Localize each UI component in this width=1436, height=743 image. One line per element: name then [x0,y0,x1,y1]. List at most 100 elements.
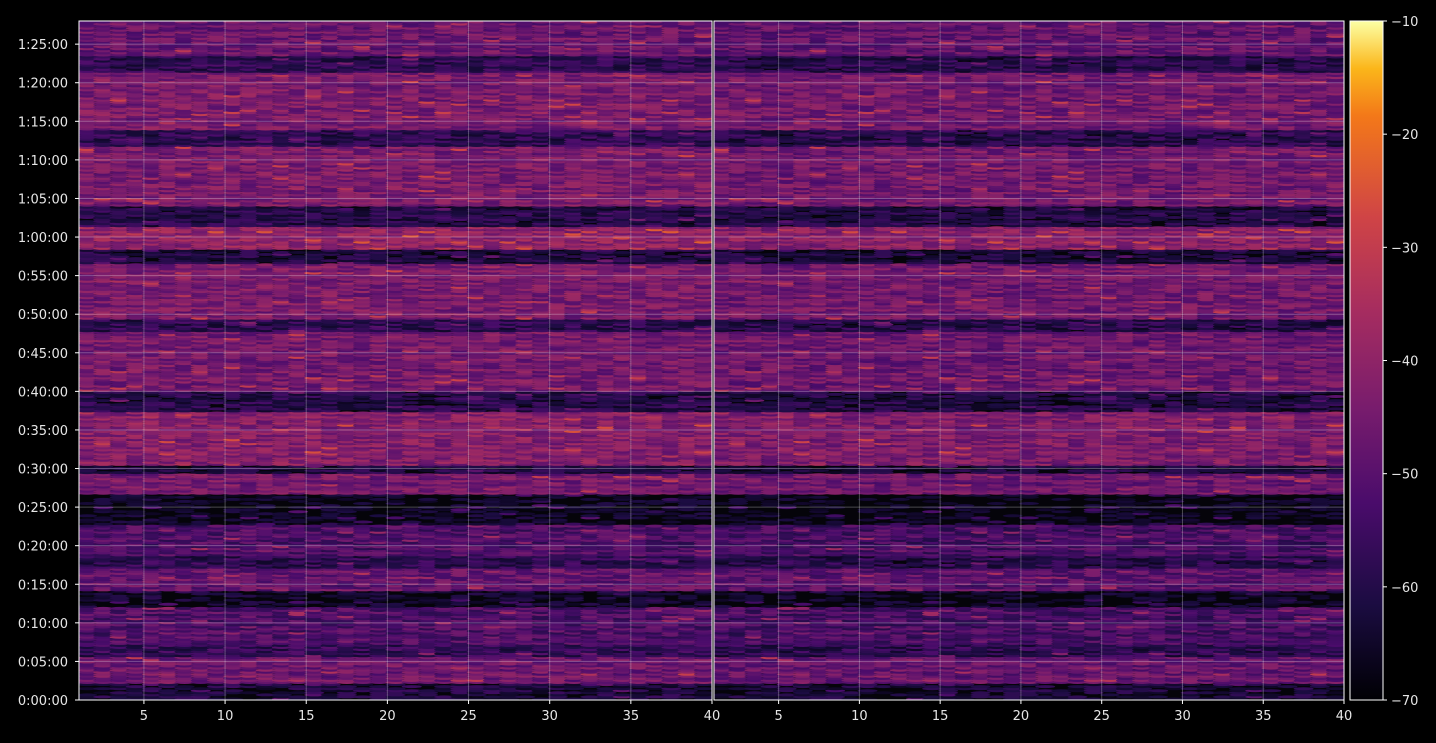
heatmap-cell [352,502,374,505]
heatmap-cell [223,604,244,608]
heatmap-cell [206,495,228,499]
heatmap-cell [141,687,163,691]
heatmap-cell [628,508,650,512]
heatmap-cell [158,502,179,505]
heatmap-cell [466,510,487,514]
heatmap-cell [158,516,179,520]
heatmap-cell [693,499,712,503]
heatmap-cell [450,594,471,598]
heatmap-cell [417,522,439,526]
heatmap-cell [563,594,585,598]
heatmap-cell [93,516,114,520]
heatmap-cell [499,495,520,499]
heatmap-cell [515,516,536,520]
heatmap-cell [288,510,309,514]
heatmap-cell [239,520,260,524]
heatmap-cell [661,520,682,524]
heatmap-cell [385,687,406,691]
heatmap-cell [677,514,698,518]
heatmap-cell [255,518,276,522]
heatmap-cell [223,598,244,602]
heatmap-cell [417,596,439,600]
heatmap-cell [434,512,455,516]
heatmap-cell [190,512,211,516]
heatmap-cell [79,602,98,606]
heatmap-cell [677,594,698,598]
heatmap-cell [206,514,228,518]
heatmap-cell [385,499,406,503]
heatmap-cell [482,592,503,596]
heatmap-cell [255,522,276,526]
heatmap-cell [515,522,536,526]
heatmap-cell [531,508,552,512]
heatmap-cell [417,510,439,514]
heatmap-cell [450,497,471,501]
heatmap-cell [580,514,601,518]
heatmap-cell [385,594,406,598]
heatmap-cell [190,596,211,600]
heatmap-cell [482,508,503,512]
heatmap-cell [661,512,682,516]
heatmap-cell [271,594,292,598]
heatmap-cell [174,469,195,473]
heatmap-cell [661,600,682,604]
heatmap-cell [677,604,698,608]
heatmap-cell [336,514,357,518]
heatmap-cell [547,512,568,516]
heatmap-cell [417,497,439,501]
spectrogram-chart: 5 10 15 20 25 30 35 40 5 10 15 20 25 30 35 400:00:000:0… [18,15,1419,724]
heatmap-cell [677,689,698,693]
heatmap-cell [174,495,195,499]
heatmap-cell [693,691,712,695]
heatmap-cell [531,497,552,501]
heatmap-cell [271,471,292,475]
heatmap-cell [93,522,114,526]
heatmap-cell [499,518,520,522]
heatmap-cell [79,693,98,697]
heatmap-cell [206,600,228,604]
heatmap-cell [693,495,712,499]
heatmap-cell [401,508,422,512]
heatmap-cell [693,606,712,610]
heatmap-cell [304,497,325,501]
heatmap-cell [304,502,325,505]
heatmap-cell [174,685,195,689]
heatmap-cell [158,602,179,606]
heatmap-cell [239,502,260,505]
heatmap-cell [693,687,712,691]
left-panel [79,21,712,700]
heatmap-cell [693,516,712,520]
heatmap-cell [645,510,666,514]
heatmap-cell [336,685,357,689]
heatmap-cell [385,516,406,520]
heatmap-cell [79,514,98,518]
heatmap-cell [628,516,650,520]
heatmap-cell [174,508,195,512]
heatmap-cell [288,495,309,499]
heatmap-cell [125,510,146,514]
heatmap-cell [255,604,276,608]
heatmap-cell [141,512,163,516]
heatmap-cell [515,512,536,516]
heatmap-cell [336,522,357,526]
heatmap-cell [499,510,520,514]
heatmap-cell [369,497,390,501]
heatmap-cell [223,518,244,522]
heatmap-cell [596,596,617,600]
heatmap-cell [466,518,487,522]
heatmap-cell [596,604,617,608]
heatmap-cell [206,407,228,411]
heatmap-cell [93,592,114,596]
heatmap-cell [125,685,146,689]
heatmap-cell [336,602,357,606]
heatmap-cell [401,685,422,689]
heatmap-cell [580,497,601,501]
heatmap-cell [661,592,682,596]
heatmap-cell [401,512,422,516]
heatmap-cell [369,514,390,518]
heatmap-cell [693,524,712,528]
heatmap-cell [612,502,633,505]
heatmap-cell [515,695,536,699]
heatmap-cell [547,600,568,604]
spectrogram-figure: 5 10 15 20 25 30 35 40 5 10 15 20 25 30 35 40 0:00:00 0:0… [0,0,1436,739]
